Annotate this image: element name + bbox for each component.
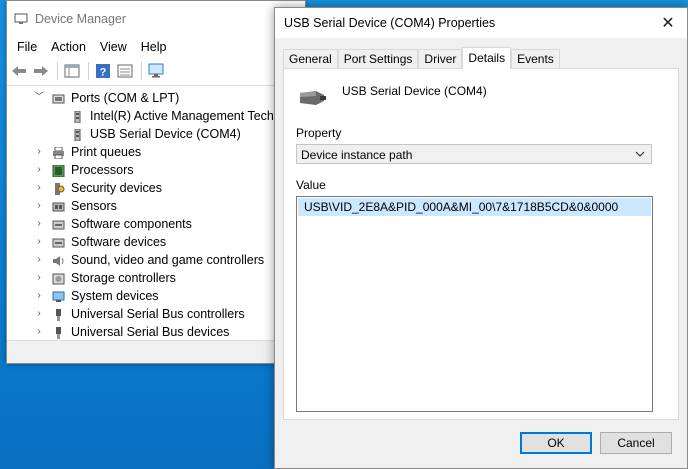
- svg-text:?: ?: [100, 67, 107, 79]
- menu-action[interactable]: Action: [44, 40, 93, 54]
- menu-bar: File Action View Help: [7, 37, 305, 57]
- tree-item-usb-controllers[interactable]: › Universal Serial Bus controllers: [7, 305, 305, 323]
- port-icon: [52, 92, 65, 104]
- chevron-right-icon[interactable]: ›: [33, 251, 45, 269]
- value-list-item[interactable]: USB\VID_2E8A&PID_000A&MI_00\7&1718B5CD&0…: [298, 198, 651, 216]
- tab-port-settings[interactable]: Port Settings: [337, 49, 419, 69]
- tree-item-storage-controllers[interactable]: › Storage controllers: [7, 269, 305, 287]
- property-label: Property: [296, 126, 342, 140]
- monitor-icon[interactable]: [146, 61, 166, 81]
- tree-item-label: Ports (COM & LPT): [71, 91, 180, 105]
- tree-item-label: Universal Serial Bus controllers: [71, 307, 245, 321]
- tab-driver[interactable]: Driver: [418, 49, 463, 69]
- tab-events[interactable]: Events: [511, 49, 560, 69]
- device-manager-titlebar[interactable]: Device Manager: [7, 1, 305, 37]
- tree-item-label: Sound, video and game controllers: [71, 253, 265, 267]
- tree-item-intel-amt[interactable]: Intel(R) Active Management Technology - …: [7, 107, 305, 125]
- menu-help[interactable]: Help: [134, 40, 174, 54]
- forward-arrow-icon[interactable]: [31, 61, 51, 81]
- value-list[interactable]: USB\VID_2E8A&PID_000A&MI_00\7&1718B5CD&0…: [296, 196, 653, 412]
- tree-item-label: Security devices: [71, 181, 163, 195]
- chevron-right-icon[interactable]: ›: [33, 269, 45, 287]
- tree-item-label: Sensors: [71, 199, 117, 213]
- speaker-icon: [52, 254, 65, 266]
- toolbar-separator: [57, 62, 58, 80]
- device-tree: ﹀ Ports (COM & LPT) Intel(R) Active Mana…: [7, 89, 305, 341]
- storage-icon: [52, 272, 65, 285]
- usb-icon: [52, 308, 65, 321]
- tree-item-system-devices[interactable]: › System devices: [7, 287, 305, 305]
- chevron-right-icon[interactable]: ›: [33, 161, 45, 179]
- toolbar-separator: [141, 62, 142, 80]
- chevron-right-icon[interactable]: ›: [33, 233, 45, 251]
- chevron-right-icon[interactable]: ›: [33, 197, 45, 215]
- toolbar-separator: [88, 62, 89, 80]
- component-icon: [52, 218, 65, 230]
- chip-icon: [52, 164, 65, 178]
- ok-button[interactable]: OK: [520, 432, 592, 454]
- tree-item-ports[interactable]: ﹀ Ports (COM & LPT): [7, 89, 305, 107]
- dialog-title: USB Serial Device (COM4) Properties: [284, 16, 496, 30]
- tree-item-label: System devices: [71, 289, 159, 303]
- device-manager-window: Device Manager File Action View Help ? ﹀…: [6, 0, 306, 364]
- tree-item-label: Intel(R) Active Management Technology - …: [90, 109, 305, 123]
- chevron-right-icon[interactable]: ›: [33, 305, 45, 323]
- chevron-right-icon[interactable]: ›: [33, 323, 45, 341]
- close-icon[interactable]: ✕: [659, 14, 677, 32]
- menu-view[interactable]: View: [93, 40, 134, 54]
- chevron-down-icon: [635, 148, 645, 158]
- chevron-right-icon[interactable]: ›: [33, 287, 45, 305]
- status-bar: [7, 340, 305, 363]
- chevron-down-icon[interactable]: ﹀: [33, 89, 45, 107]
- back-arrow-icon[interactable]: [9, 61, 29, 81]
- cancel-button[interactable]: Cancel: [600, 432, 672, 454]
- tree-item-label: Storage controllers: [71, 271, 176, 285]
- printer-icon: [52, 146, 65, 160]
- chevron-right-icon[interactable]: ›: [33, 179, 45, 197]
- help-icon[interactable]: ?: [93, 61, 113, 81]
- value-text: USB\VID_2E8A&PID_000A&MI_00\7&1718B5CD&0…: [304, 200, 619, 214]
- tree-item-software-components[interactable]: › Software components: [7, 215, 305, 233]
- tree-item-label: Print queues: [71, 145, 142, 159]
- chevron-right-icon[interactable]: ›: [33, 215, 45, 233]
- tree-item-sensors[interactable]: › Sensors: [7, 197, 305, 215]
- property-select-value: Device instance path: [301, 148, 413, 162]
- value-label: Value: [296, 178, 326, 192]
- tree-item-label: Software components: [71, 217, 192, 231]
- tree-item-processors[interactable]: › Processors: [7, 161, 305, 179]
- toolbar: ?: [7, 57, 305, 86]
- tree-item-print-queues[interactable]: › Print queues: [7, 143, 305, 161]
- usb-icon: [52, 326, 65, 339]
- details-panel: USB Serial Device (COM4) Property Device…: [283, 68, 679, 420]
- tree-item-software-devices[interactable]: › Software devices: [7, 233, 305, 251]
- tree-item-security-devices[interactable]: › Security devices: [7, 179, 305, 197]
- tree-item-label: Software devices: [71, 235, 167, 249]
- device-name: USB Serial Device (COM4): [342, 84, 487, 98]
- tree-item-usb-serial-device[interactable]: USB Serial Device (COM4): [7, 125, 305, 143]
- properties-dialog: USB Serial Device (COM4) Properties ✕ Ge…: [274, 7, 688, 469]
- tree-item-usb-devices[interactable]: › Universal Serial Bus devices: [7, 323, 305, 341]
- tree-item-label: USB Serial Device (COM4): [90, 127, 241, 141]
- menu-file[interactable]: File: [10, 40, 44, 54]
- properties-grid-icon[interactable]: [62, 61, 82, 81]
- tree-item-label: Universal Serial Bus devices: [71, 325, 230, 339]
- chevron-right-icon[interactable]: ›: [33, 143, 45, 161]
- serial-connector-icon: [298, 89, 328, 107]
- tree-item-label: Processors: [71, 163, 134, 177]
- connector-icon: [71, 110, 84, 124]
- tab-strip: General Port Settings Driver Details Eve…: [283, 47, 560, 69]
- tab-general[interactable]: General: [283, 49, 338, 69]
- sensor-icon: [52, 200, 65, 212]
- dialog-titlebar[interactable]: USB Serial Device (COM4) Properties ✕: [275, 8, 687, 38]
- key-icon: [52, 182, 65, 195]
- tab-details[interactable]: Details: [462, 47, 512, 69]
- property-select[interactable]: Device instance path: [296, 144, 652, 164]
- device-manager-title: Device Manager: [35, 12, 127, 26]
- computer-icon: [52, 290, 65, 302]
- details-icon[interactable]: [115, 61, 135, 81]
- device-manager-app-icon: [14, 13, 28, 25]
- connector-icon: [71, 128, 84, 142]
- tree-item-sound-video[interactable]: › Sound, video and game controllers: [7, 251, 305, 269]
- component-icon: [52, 236, 65, 248]
